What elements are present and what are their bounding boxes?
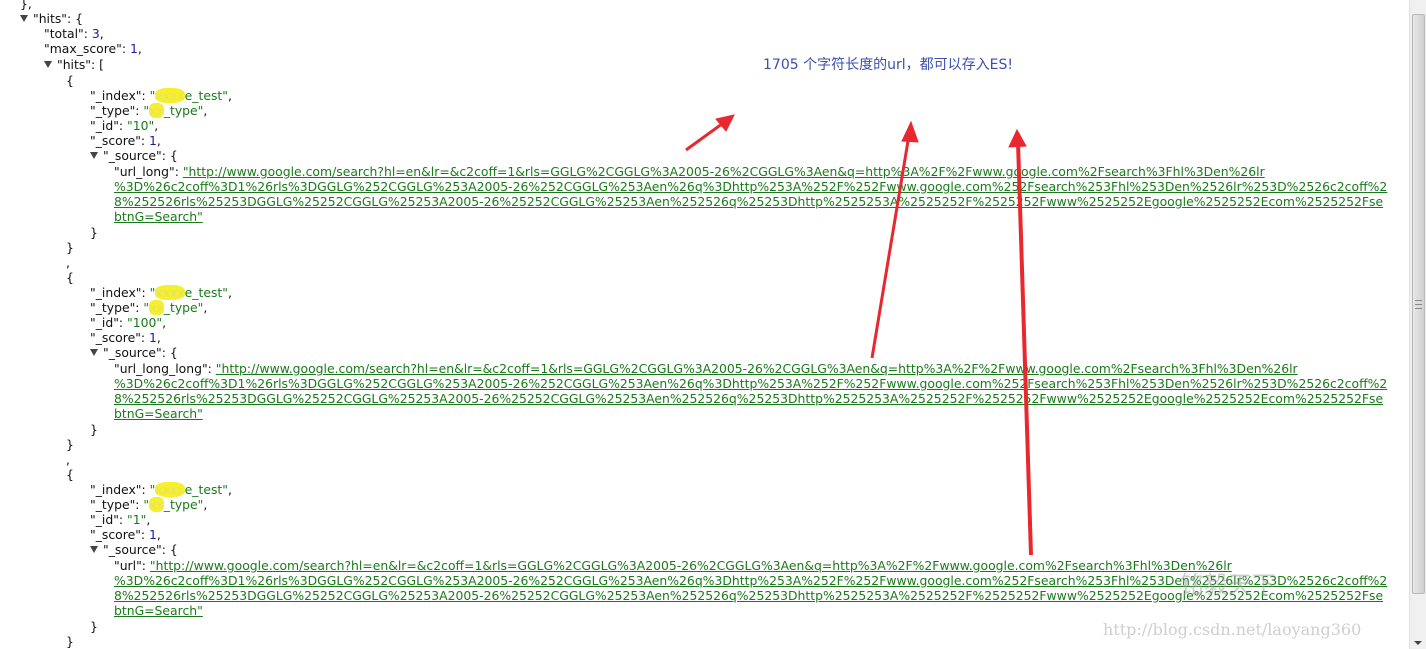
watermark-text: http://blog.csdn.net/laoyang360 (1103, 620, 1362, 639)
score-value: 1 (149, 330, 157, 345)
source-close-brace: } (90, 225, 98, 240)
score-row: "_score": 1, (90, 133, 161, 148)
separator-comma: , (66, 255, 70, 270)
redaction-mark: xxxx (155, 88, 185, 103)
url-link[interactable]: "http://www.google.com/search?hl=en&lr=&… (183, 164, 1265, 179)
url-continuation: btnG=Search" (114, 209, 203, 224)
source-row[interactable]: "_source": { (90, 148, 178, 163)
type-row: "_type": "xx_type", (90, 497, 208, 512)
id-value: "100" (127, 315, 163, 330)
close-brace: } (66, 240, 74, 255)
url-continuation: btnG=Search" (114, 406, 203, 421)
url-link[interactable]: %3D%26c2coff%3D1%26rls%3DGGLG%252CGGLG%2… (114, 179, 1387, 194)
url-link[interactable]: 8%252526rls%25253DGGLG%25252CGGLG%25253A… (114, 391, 1383, 406)
close-brace: } (66, 634, 74, 649)
watermark-logo: 铭毅天下 (1180, 571, 1276, 599)
collapse-triangle-icon[interactable] (90, 546, 98, 553)
url-link[interactable]: %3D%26c2coff%3D1%26rls%3DGGLG%252CGGLG%2… (114, 376, 1387, 391)
arrow-2-head (901, 120, 919, 143)
hits-array-row[interactable]: "hits": [ (44, 57, 104, 72)
collapse-triangle-icon[interactable] (90, 152, 98, 159)
id-value: "1" (127, 512, 147, 527)
redaction-mark: xx (149, 497, 164, 512)
type-row: "_type": "xx_type", (90, 103, 208, 118)
arrow-1 (685, 119, 727, 152)
collapse-triangle-icon[interactable] (90, 349, 98, 356)
redaction-mark: xxxx (155, 285, 185, 300)
source-row[interactable]: "_source": { (90, 542, 178, 557)
annotation-text: 1705 个字符长度的url，都可以存入ES! (763, 57, 1013, 73)
score-row: "_score": 1, (90, 330, 161, 345)
close-brace: } (66, 437, 74, 452)
source-row[interactable]: "_source": { (90, 345, 178, 360)
arrow-1-head (715, 114, 735, 132)
open-brace: { (66, 467, 74, 482)
id-row: "_id": "1", (90, 512, 151, 527)
id-row: "_id": "10", (90, 118, 159, 133)
id-row: "_id": "100", (90, 315, 167, 330)
url-continuation: btnG=Search" (114, 603, 203, 618)
source-close-brace: } (90, 619, 98, 634)
json-viewer: }, "hits": { "total": 3, "max_score": 1,… (0, 0, 1410, 649)
url-field-row: "url_long_long": "http://www.google.com/… (114, 361, 1298, 376)
id-value: "10" (127, 118, 155, 133)
index-row: "_index": "xxxxe_test", (90, 482, 232, 497)
url-continuation: 8%252526rls%25253DGGLG%25252CGGLG%25253A… (114, 391, 1383, 406)
grip-icon (1415, 300, 1422, 309)
url-link[interactable]: 8%252526rls%25253DGGLG%25252CGGLG%25253A… (114, 194, 1383, 209)
max-score-row: "max_score": 1, (44, 41, 142, 56)
index-row: "_index": "xxxxe_test", (90, 88, 232, 103)
arrow-3-head (1008, 128, 1027, 148)
vertical-scrollbar[interactable] (1409, 0, 1426, 649)
url-continuation: %3D%26c2coff%3D1%26rls%3DGGLG%252CGGLG%2… (114, 179, 1387, 194)
separator-comma: , (66, 452, 70, 467)
open-brace: { (66, 270, 74, 285)
url-link[interactable]: btnG=Search" (114, 209, 203, 224)
source-close-brace: } (90, 422, 98, 437)
score-value: 1 (149, 527, 157, 542)
url-field-row: "url": "http://www.google.com/search?hl=… (114, 558, 1232, 573)
hits-object-row[interactable]: "hits": { (20, 11, 83, 26)
redaction-mark: xx (149, 300, 164, 315)
total-row: "total": 3, (44, 26, 104, 41)
redaction-mark: xx (149, 103, 164, 118)
open-brace: { (66, 73, 74, 88)
scrollbar-thumb[interactable] (1412, 14, 1425, 594)
score-row: "_score": 1, (90, 527, 161, 542)
redaction-mark: xxxx (155, 482, 185, 497)
type-row: "_type": "xx_type", (90, 300, 208, 315)
collapse-triangle-icon[interactable] (44, 61, 52, 68)
url-continuation: %3D%26c2coff%3D1%26rls%3DGGLG%252CGGLG%2… (114, 376, 1387, 391)
scroll-down-arrow-icon[interactable] (1414, 641, 1422, 645)
collapse-triangle-icon[interactable] (20, 15, 28, 22)
url-link[interactable]: btnG=Search" (114, 603, 203, 618)
max-score-value: 1 (130, 41, 138, 56)
score-value: 1 (149, 133, 157, 148)
url-field-row: "url_long": "http://www.google.com/searc… (114, 164, 1265, 179)
url-link[interactable]: "http://www.google.com/search?hl=en&lr=&… (150, 558, 1232, 573)
index-row: "_index": "xxxxe_test", (90, 285, 232, 300)
url-link[interactable]: "http://www.google.com/search?hl=en&lr=&… (216, 361, 1298, 376)
url-continuation: 8%252526rls%25253DGGLG%25252CGGLG%25253A… (114, 194, 1383, 209)
json-line: }, (20, 0, 32, 11)
url-link[interactable]: btnG=Search" (114, 406, 203, 421)
total-value: 3 (91, 26, 100, 41)
